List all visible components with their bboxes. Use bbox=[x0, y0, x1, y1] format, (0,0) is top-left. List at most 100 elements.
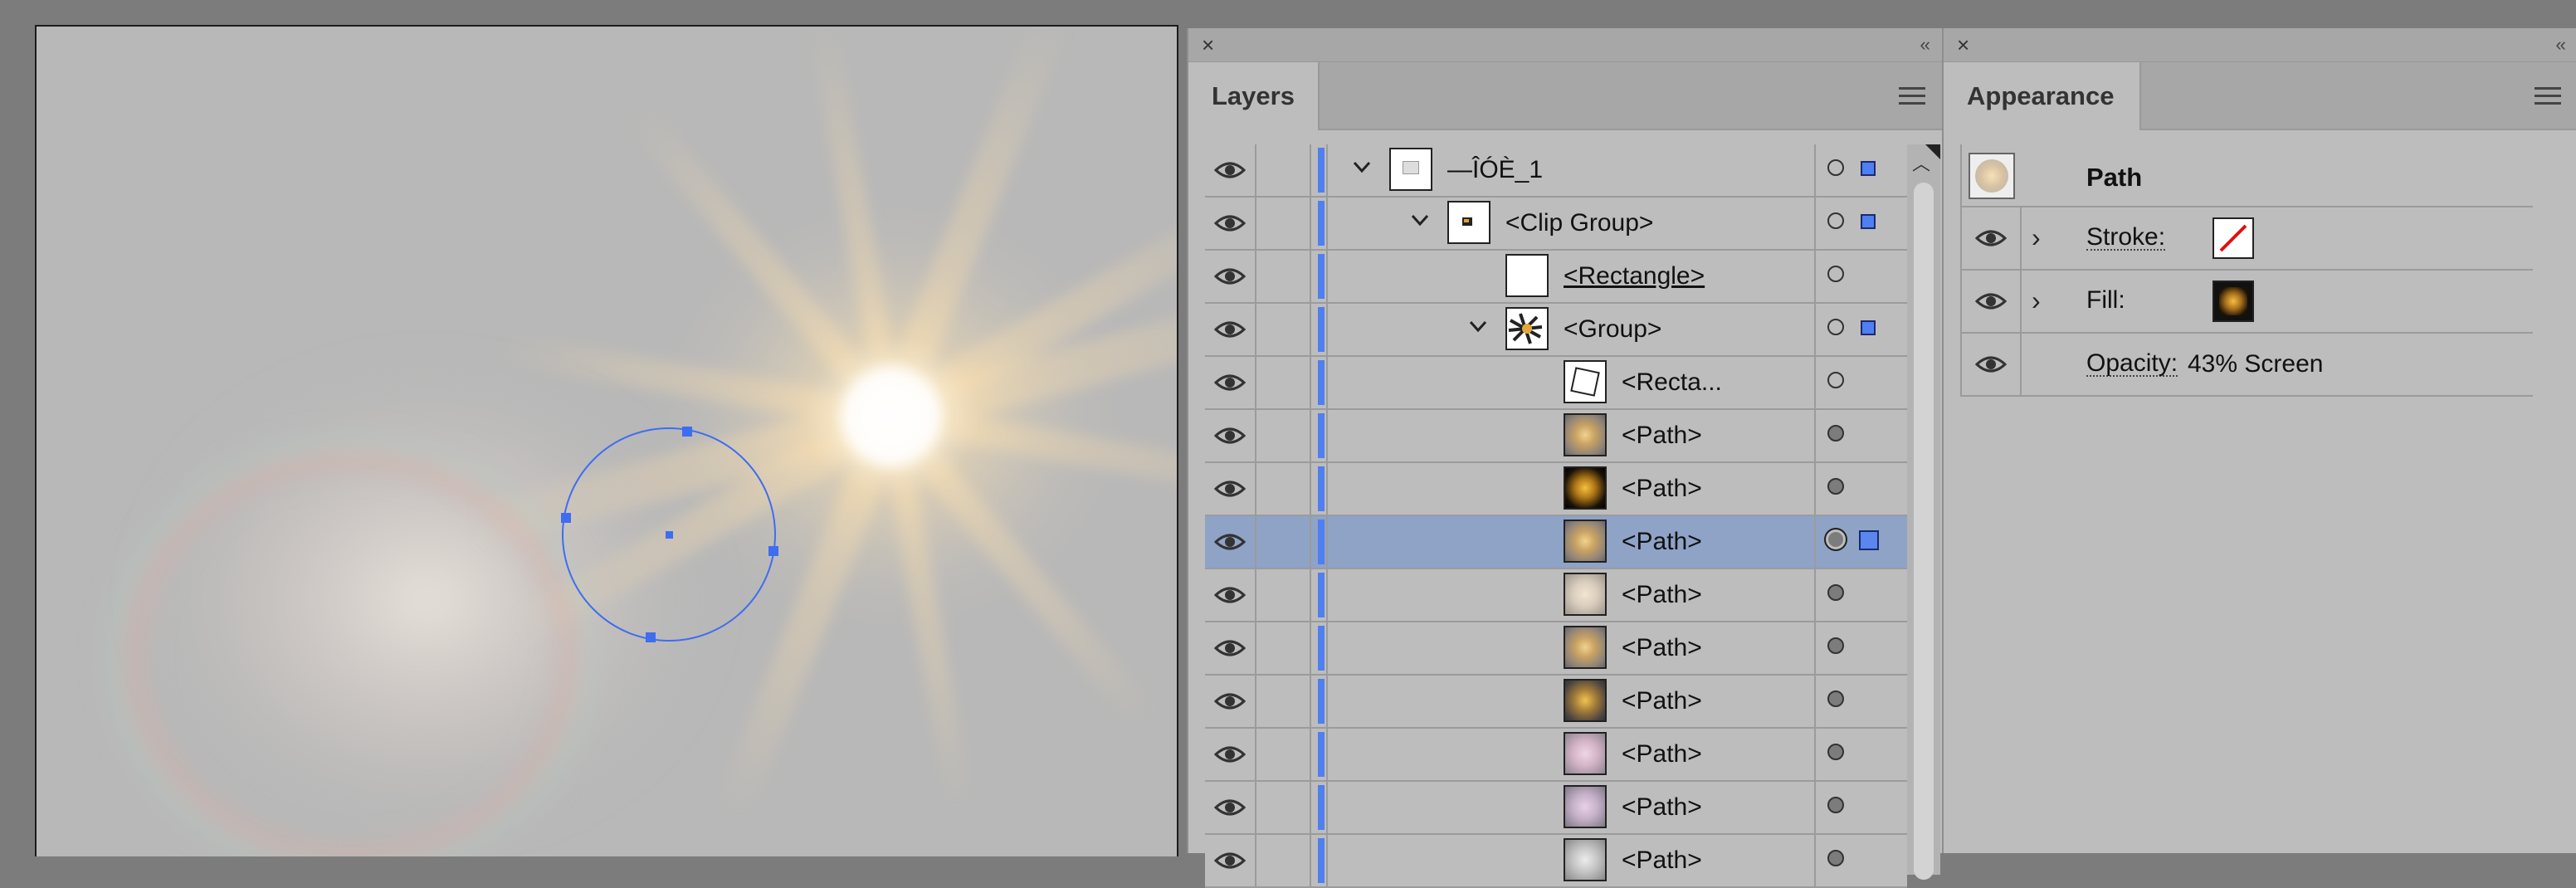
eye-icon[interactable] bbox=[1205, 676, 1256, 727]
layer-row[interactable]: —ÎÓÈ_1 bbox=[1205, 144, 1907, 198]
layer-row[interactable]: <Path> bbox=[1205, 729, 1907, 782]
anchor-point[interactable] bbox=[768, 546, 778, 556]
eye-icon[interactable] bbox=[1205, 198, 1256, 249]
layer-row[interactable]: <Path> bbox=[1205, 835, 1907, 888]
target-icon[interactable] bbox=[1827, 319, 1844, 335]
anchor-point[interactable] bbox=[646, 632, 656, 642]
selection-indicator[interactable] bbox=[1859, 530, 1879, 550]
stroke-label[interactable]: Stroke: bbox=[2086, 225, 2166, 251]
selection-path-outline[interactable] bbox=[37, 27, 1177, 856]
layer-row[interactable]: <Path> bbox=[1205, 410, 1907, 463]
fill-label[interactable]: Fill: bbox=[2086, 288, 2125, 313]
close-icon[interactable]: × bbox=[1202, 33, 1214, 56]
lock-toggle[interactable] bbox=[1256, 676, 1311, 727]
lock-toggle[interactable] bbox=[1256, 622, 1311, 674]
expand-chevron-icon[interactable]: › bbox=[2032, 285, 2041, 316]
eye-icon[interactable] bbox=[1205, 410, 1256, 461]
target-icon[interactable] bbox=[1827, 690, 1844, 707]
eye-icon[interactable] bbox=[1205, 463, 1256, 515]
eye-icon[interactable] bbox=[1205, 835, 1256, 886]
lock-toggle[interactable] bbox=[1256, 304, 1311, 355]
layer-name: <Rectangle> bbox=[1564, 262, 1705, 290]
appearance-opacity-row[interactable]: Opacity: 43% Screen bbox=[1960, 334, 2533, 397]
layer-color-indicator bbox=[1318, 201, 1325, 246]
layer-row[interactable]: <Rectangle> bbox=[1205, 251, 1907, 304]
lock-toggle[interactable] bbox=[1256, 516, 1311, 568]
expand-chevron-icon[interactable]: › bbox=[2032, 222, 2041, 253]
collapse-icon[interactable]: ‹‹ bbox=[2555, 33, 2566, 56]
lock-toggle[interactable] bbox=[1256, 144, 1311, 196]
panel-menu-icon[interactable] bbox=[2535, 87, 2561, 110]
eye-icon[interactable] bbox=[1205, 304, 1256, 355]
layer-name: <Path> bbox=[1622, 528, 1702, 555]
target-icon[interactable] bbox=[1827, 584, 1844, 601]
eye-icon[interactable] bbox=[1205, 782, 1256, 833]
eye-icon[interactable] bbox=[1962, 207, 2022, 269]
target-icon[interactable] bbox=[1827, 212, 1844, 229]
lock-toggle[interactable] bbox=[1256, 569, 1311, 621]
anchor-point[interactable] bbox=[561, 513, 571, 523]
target-icon[interactable] bbox=[1827, 637, 1844, 654]
target-icon[interactable] bbox=[1827, 850, 1844, 866]
lock-toggle[interactable] bbox=[1256, 835, 1311, 886]
selection-indicator[interactable] bbox=[1861, 214, 1876, 229]
layers-scrollbar[interactable]: ︿ bbox=[1907, 144, 1940, 880]
close-icon[interactable]: × bbox=[1957, 33, 1969, 56]
lock-toggle[interactable] bbox=[1256, 251, 1311, 302]
tab-appearance[interactable]: Appearance bbox=[1944, 62, 2141, 130]
target-icon[interactable] bbox=[1827, 744, 1844, 760]
lock-toggle[interactable] bbox=[1256, 729, 1311, 780]
selection-indicator[interactable] bbox=[1861, 320, 1876, 335]
eye-icon[interactable] bbox=[1962, 334, 2022, 395]
layer-row[interactable]: <Path> bbox=[1205, 569, 1907, 622]
lock-toggle[interactable] bbox=[1256, 463, 1311, 515]
fill-swatch[interactable] bbox=[2213, 281, 2254, 322]
eye-icon[interactable] bbox=[1205, 622, 1256, 674]
lock-toggle[interactable] bbox=[1256, 410, 1311, 461]
lock-toggle[interactable] bbox=[1256, 782, 1311, 833]
artboard-canvas[interactable] bbox=[35, 25, 1178, 856]
target-icon[interactable] bbox=[1827, 159, 1844, 176]
target-icon[interactable] bbox=[1827, 425, 1844, 442]
appearance-object-row: Path bbox=[1960, 144, 2533, 207]
collapse-icon[interactable]: ‹‹ bbox=[1920, 33, 1930, 56]
target-icon[interactable] bbox=[1827, 372, 1844, 388]
layer-row[interactable]: <Recta... bbox=[1205, 357, 1907, 410]
appearance-stroke-row[interactable]: › Stroke: bbox=[1960, 207, 2533, 271]
layer-row[interactable]: <Path> bbox=[1205, 463, 1907, 516]
target-icon[interactable] bbox=[1824, 528, 1847, 551]
anchor-point[interactable] bbox=[682, 427, 692, 437]
target-icon[interactable] bbox=[1827, 266, 1844, 282]
eye-icon[interactable] bbox=[1205, 357, 1256, 408]
selection-indicator[interactable] bbox=[1861, 161, 1876, 176]
layer-row[interactable]: <Group> bbox=[1205, 304, 1907, 357]
eye-icon[interactable] bbox=[1205, 729, 1256, 780]
layer-row[interactable]: <Clip Group> bbox=[1205, 198, 1907, 251]
chevron-down-icon[interactable] bbox=[1409, 209, 1431, 231]
layer-color-indicator bbox=[1318, 732, 1325, 777]
chevron-down-icon[interactable] bbox=[1467, 315, 1489, 337]
eye-icon[interactable] bbox=[1962, 271, 2022, 332]
target-icon[interactable] bbox=[1827, 478, 1844, 495]
opacity-label[interactable]: Opacity: bbox=[2086, 351, 2178, 377]
lock-toggle[interactable] bbox=[1256, 357, 1311, 408]
layer-color-indicator bbox=[1318, 838, 1325, 883]
layer-row[interactable]: <Path> bbox=[1205, 676, 1907, 729]
layer-name: —ÎÓÈ_1 bbox=[1447, 156, 1544, 183]
lock-toggle[interactable] bbox=[1256, 198, 1311, 249]
stroke-swatch[interactable] bbox=[2213, 217, 2254, 259]
target-icon[interactable] bbox=[1827, 797, 1844, 813]
scroll-thumb[interactable] bbox=[1914, 183, 1934, 880]
appearance-fill-row[interactable]: › Fill: bbox=[1960, 271, 2533, 334]
eye-icon[interactable] bbox=[1205, 144, 1256, 196]
layer-thumbnail bbox=[1505, 307, 1549, 350]
eye-icon[interactable] bbox=[1205, 516, 1256, 568]
tab-layers[interactable]: Layers bbox=[1188, 62, 1320, 130]
panel-menu-icon[interactable] bbox=[1899, 87, 1925, 110]
layer-row[interactable]: <Path> bbox=[1205, 622, 1907, 676]
layer-row[interactable]: <Path> bbox=[1205, 516, 1907, 569]
eye-icon[interactable] bbox=[1205, 569, 1256, 621]
eye-icon[interactable] bbox=[1205, 251, 1256, 302]
layer-row[interactable]: <Path> bbox=[1205, 782, 1907, 835]
chevron-down-icon[interactable] bbox=[1351, 156, 1373, 178]
